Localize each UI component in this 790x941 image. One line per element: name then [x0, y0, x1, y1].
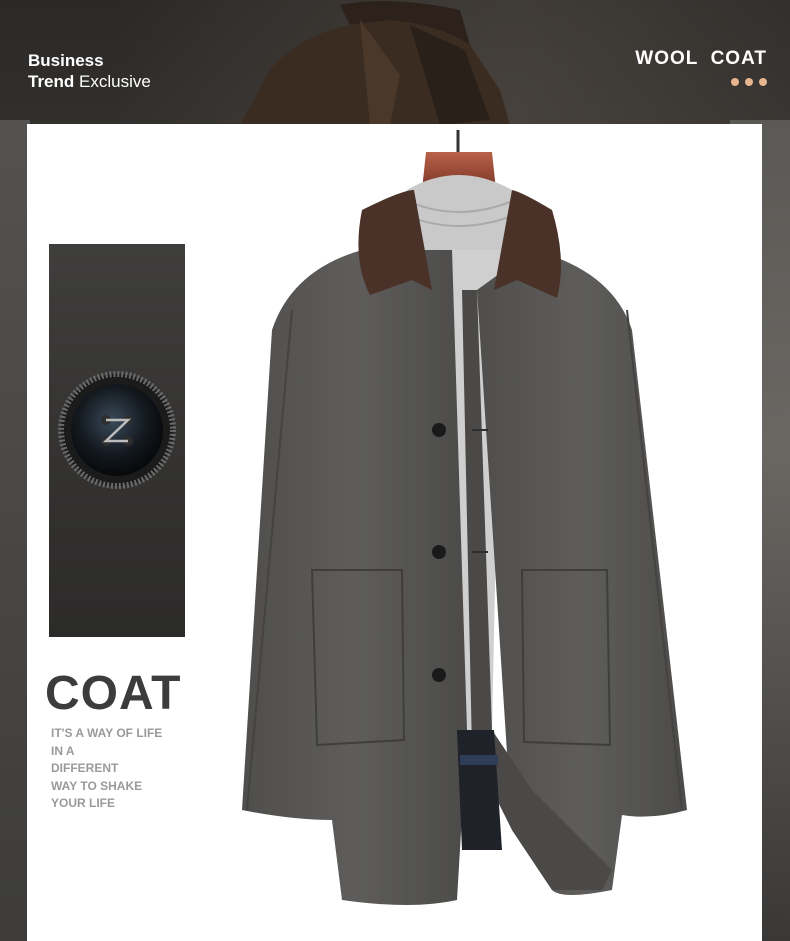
header-title-block: WOOL COAT — [635, 48, 767, 86]
wool-coat-title: WOOL COAT — [635, 48, 767, 69]
header-line-business: Business — [28, 51, 104, 70]
tagline-line: WAY TO SHAKE — [51, 778, 143, 793]
dot-icon — [745, 78, 753, 86]
fabric-swatch-image — [49, 244, 185, 637]
tagline-line: IT'S A WAY OF LIFE — [51, 726, 163, 740]
dot-icon — [759, 78, 767, 86]
header-line-trend: Trend Exclusive — [28, 71, 151, 92]
dot-icon — [731, 78, 739, 86]
coat-product-image — [242, 130, 687, 905]
decorative-dots — [635, 78, 767, 86]
header-trend-word: Trend — [28, 72, 75, 91]
tagline-line: YOUR LIFE — [51, 796, 116, 810]
tagline-line: IN A — [51, 743, 75, 758]
header-tagline: Business Trend Exclusive — [28, 50, 151, 92]
background-left-strip — [0, 120, 30, 941]
tagline-text: IT'S A WAY OF LIFE IN A DIFFERENT WAY TO… — [51, 725, 211, 813]
coat-heading: COAT — [45, 667, 182, 720]
header-exclusive-word: Exclusive — [74, 72, 151, 91]
tagline-line: DIFFERENT — [51, 761, 119, 775]
model-photo — [240, 1, 510, 125]
